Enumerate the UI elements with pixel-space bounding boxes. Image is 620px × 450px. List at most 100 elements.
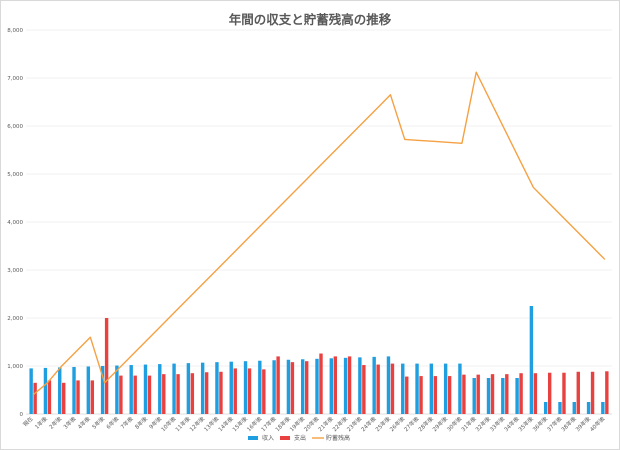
bar-収入 — [301, 359, 305, 414]
bar-収入 — [501, 378, 505, 414]
bar-収入 — [258, 360, 262, 414]
bar-収入 — [472, 378, 476, 414]
chart-svg: 0 1,000 2,000 3,000 4,000 5,000 6,000 7,000 8,00… — [7, 28, 612, 442]
bar-支出 — [305, 361, 309, 414]
bar-支出 — [333, 356, 337, 414]
bar-収入 — [143, 364, 148, 414]
bar-支出 — [547, 372, 552, 414]
bar-支出 — [533, 373, 538, 414]
y-tick-label: 5,000 — [7, 172, 23, 178]
bar-支出 — [247, 368, 252, 414]
bar-収入 — [586, 402, 591, 414]
bar-収入 — [29, 368, 33, 414]
x-tick-label: 5年後 — [90, 414, 106, 430]
y-tick-label: 8,000 — [7, 28, 23, 34]
bar-支出 — [319, 353, 323, 414]
bar-支出 — [204, 372, 209, 414]
bar-収入 — [115, 365, 119, 414]
bar-支出 — [104, 318, 109, 414]
bar-収入 — [486, 378, 491, 414]
y-tick-label: 2,000 — [7, 316, 23, 322]
bar-収入 — [72, 366, 76, 414]
bars-layer — [29, 306, 609, 414]
bar-支出 — [476, 374, 480, 414]
bar-収入 — [158, 364, 162, 414]
bar-支出 — [405, 376, 409, 414]
bar-支出 — [190, 373, 195, 414]
bar-支出 — [133, 375, 137, 414]
bar-支出 — [233, 368, 237, 414]
bar-支出 — [47, 380, 52, 414]
bar-支出 — [62, 382, 66, 414]
x-tick-label: 8年後 — [133, 414, 149, 430]
bar-収入 — [229, 361, 233, 414]
bar-支出 — [433, 376, 438, 414]
bar-収入 — [386, 356, 391, 414]
y-tick-label: 3,000 — [7, 268, 23, 274]
x-tick-label: 40年後 — [588, 414, 607, 433]
bar-支出 — [90, 380, 95, 414]
bar-支出 — [347, 356, 352, 414]
bar-収入 — [172, 363, 176, 414]
legend-label-支出: 支出 — [294, 434, 306, 442]
bar-収入 — [415, 363, 419, 414]
bar-支出 — [462, 374, 466, 414]
grid-layer — [26, 29, 612, 415]
x-tick-label: 6年後 — [104, 414, 120, 430]
bar-支出 — [219, 371, 223, 414]
bar-収入 — [329, 358, 333, 414]
y-tick-label: 1,000 — [7, 364, 23, 370]
bar-支出 — [290, 362, 295, 414]
bar-収入 — [601, 402, 605, 414]
bar-支出 — [76, 380, 80, 414]
bar-収入 — [315, 358, 319, 414]
bar-支出 — [505, 374, 509, 414]
legend-label-収入: 収入 — [262, 435, 274, 442]
y-axis-ticks: 0 1,000 2,000 3,000 4,000 5,000 6,000 7,000 8,00… — [7, 28, 23, 418]
bar-収入 — [272, 360, 276, 414]
x-tick-label: 1年後 — [33, 414, 49, 430]
x-tick-label: 2年後 — [47, 414, 63, 430]
bar-収入 — [529, 306, 534, 414]
x-tick-label: 3年後 — [62, 414, 78, 430]
bar-収入 — [429, 363, 434, 414]
y-tick-label: 0 — [20, 412, 24, 418]
bar-収入 — [543, 402, 548, 414]
bar-収入 — [286, 359, 291, 414]
legend-label-貯蓄残高: 貯蓄残高 — [326, 434, 350, 442]
legend: 収入 支出 貯蓄残高 — [248, 434, 350, 442]
bar-支出 — [519, 373, 523, 414]
bar-収入 — [401, 363, 405, 414]
bar-支出 — [176, 374, 180, 414]
bar-支出 — [490, 374, 495, 414]
line-layer — [32, 71, 606, 396]
bar-収入 — [358, 357, 362, 414]
x-tick-label: 4年後 — [76, 414, 92, 430]
y-tick-label: 6,000 — [7, 124, 23, 130]
bar-支出 — [605, 371, 609, 414]
bar-支出 — [447, 376, 452, 414]
bar-支出 — [276, 356, 280, 414]
bar-支出 — [562, 372, 566, 414]
bar-収入 — [458, 363, 462, 414]
y-tick-label: 4,000 — [7, 220, 23, 226]
bar-支出 — [162, 374, 166, 414]
bar-収入 — [200, 362, 205, 414]
x-tick-label: 7年後 — [119, 414, 135, 430]
bar-支出 — [262, 369, 266, 414]
bar-収入 — [186, 363, 191, 414]
bar-支出 — [362, 365, 366, 414]
line-貯蓄残高 — [32, 71, 606, 396]
bar-収入 — [243, 361, 248, 414]
bar-収入 — [215, 362, 219, 414]
bar-収入 — [58, 367, 62, 414]
bar-支出 — [390, 363, 395, 414]
bar-収入 — [558, 402, 562, 414]
bar-収入 — [129, 365, 133, 414]
bar-収入 — [443, 363, 448, 414]
legend-swatch-収入 — [248, 436, 258, 440]
bar-収入 — [43, 367, 48, 414]
bar-収入 — [372, 356, 376, 414]
bar-支出 — [33, 382, 37, 414]
bar-支出 — [147, 375, 152, 414]
